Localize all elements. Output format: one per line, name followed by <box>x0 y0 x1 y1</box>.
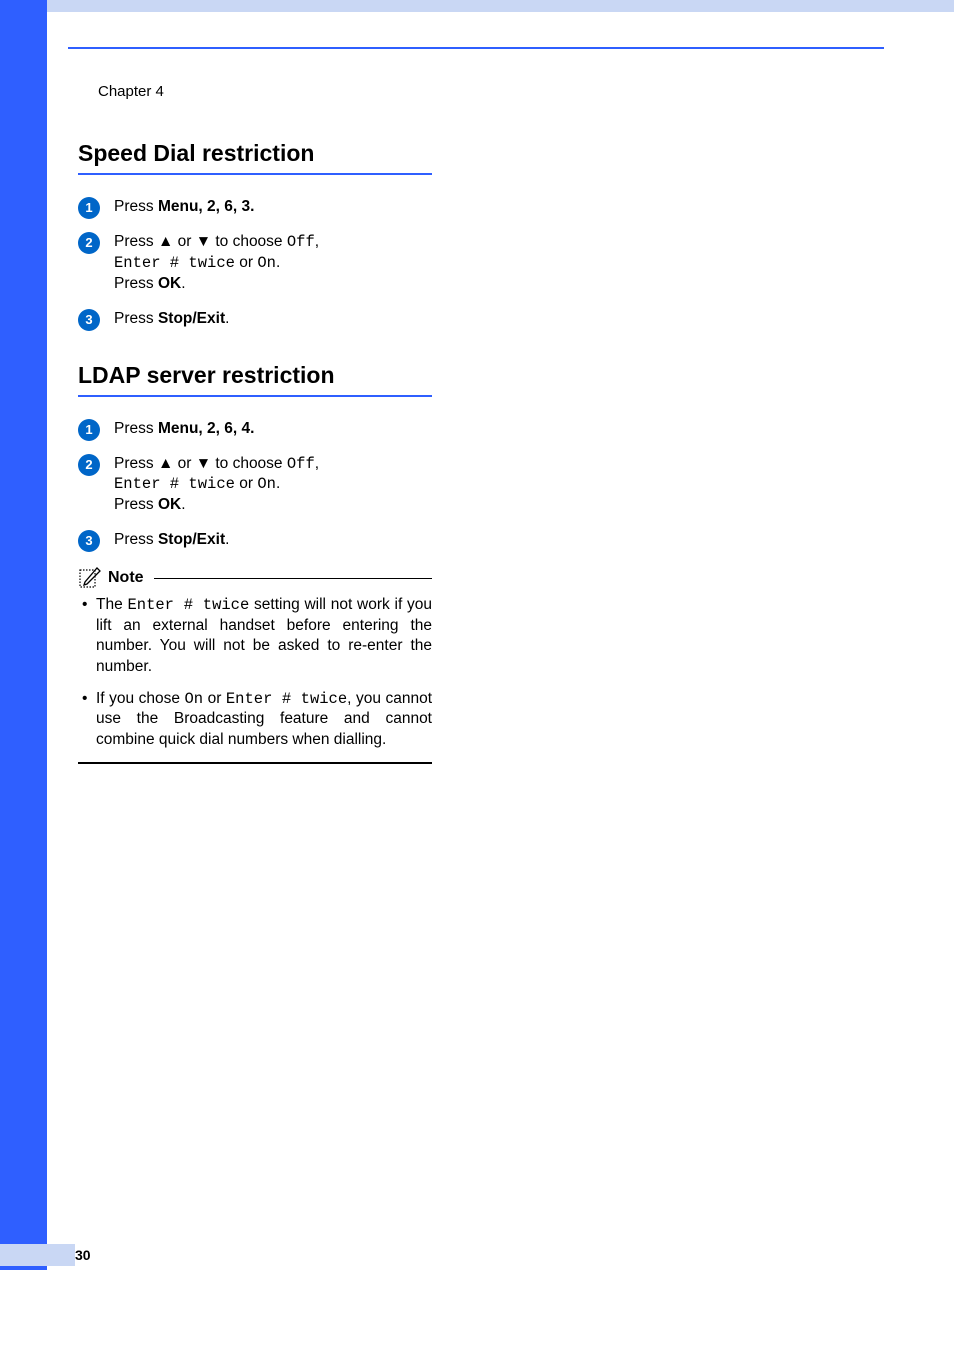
step-badge-1: 1 <box>78 419 100 441</box>
option-enter-twice: Enter # twice <box>114 254 235 272</box>
note-bullet-2: If you chose On or Enter # twice, you ca… <box>96 689 432 750</box>
top-header-strip <box>0 0 954 12</box>
step-text: . <box>181 275 185 292</box>
up-arrow-icon: ▲ <box>158 233 173 250</box>
step-text: Press <box>114 310 158 327</box>
note-text: or <box>203 690 226 707</box>
step-text: Press <box>114 233 158 250</box>
document-page: Chapter 4 Speed Dial restriction 1 Press… <box>0 0 954 1348</box>
step-text: . <box>225 310 229 327</box>
option-on: On <box>257 254 276 272</box>
step-text: . <box>276 475 280 492</box>
ok-button-label: OK <box>158 275 181 292</box>
main-content: Speed Dial restriction 1 Press Menu, 2, … <box>78 140 432 764</box>
section-rule <box>78 395 432 397</box>
stop-exit-button-label: Stop/Exit <box>158 310 225 327</box>
step-text: , <box>315 455 319 472</box>
note-text: The <box>96 596 127 613</box>
menu-button-label: Menu <box>158 198 198 215</box>
note-end-rule <box>78 762 432 763</box>
step-text: Press <box>114 455 158 472</box>
up-arrow-icon: ▲ <box>158 455 173 472</box>
option-off: Off <box>287 233 315 251</box>
step-text: , <box>315 233 319 250</box>
option-on: On <box>257 475 276 493</box>
note-title: Note <box>108 569 144 587</box>
step-text: Press <box>114 275 158 292</box>
step-3: 3 Press Stop/Exit. <box>78 309 432 330</box>
footer-strip <box>0 1244 75 1266</box>
note-header: Note <box>78 567 432 589</box>
page-number: 30 <box>75 1247 91 1263</box>
step-text: . <box>181 496 185 513</box>
step-text: . <box>276 254 280 271</box>
note-text: If you chose <box>96 690 184 707</box>
section-rule <box>78 173 432 175</box>
option-enter-twice: Enter # twice <box>114 475 235 493</box>
note-bullet-1: The Enter # twice setting will not work … <box>96 595 432 677</box>
step-badge-2: 2 <box>78 232 100 254</box>
option-off: Off <box>287 455 315 473</box>
horizontal-rule <box>68 47 884 49</box>
step-text: Press <box>114 198 158 215</box>
chapter-label: Chapter 4 <box>98 83 164 100</box>
section-title-speed-dial: Speed Dial restriction <box>78 140 432 167</box>
step-3: 3 Press Stop/Exit. <box>78 530 432 551</box>
step-text: or <box>173 455 195 472</box>
step-badge-3: 3 <box>78 530 100 552</box>
step-text: to choose <box>211 455 287 472</box>
step-2: 2 Press ▲ or ▼ to choose Off, Enter # tw… <box>78 232 432 295</box>
step-text: . <box>225 531 229 548</box>
down-arrow-icon: ▼ <box>196 233 211 250</box>
step-text: Press <box>114 496 158 513</box>
step-text: to choose <box>211 233 287 250</box>
ok-button-label: OK <box>158 496 181 513</box>
note-rule <box>154 578 432 579</box>
key-sequence: , 2, 6, 4. <box>198 420 254 437</box>
step-1: 1 Press Menu, 2, 6, 4. <box>78 419 432 440</box>
step-badge-2: 2 <box>78 454 100 476</box>
key-sequence: , 2, 6, 3. <box>198 198 254 215</box>
section-title-ldap: LDAP server restriction <box>78 362 432 389</box>
note-list: The Enter # twice setting will not work … <box>78 595 432 750</box>
stop-exit-button-label: Stop/Exit <box>158 531 225 548</box>
left-sidebar-strip <box>0 0 47 1270</box>
step-2: 2 Press ▲ or ▼ to choose Off, Enter # tw… <box>78 454 432 517</box>
step-text: or <box>173 233 195 250</box>
down-arrow-icon: ▼ <box>196 455 211 472</box>
step-text: or <box>235 475 257 492</box>
note-icon <box>78 567 102 589</box>
menu-button-label: Menu <box>158 420 198 437</box>
step-1: 1 Press Menu, 2, 6, 3. <box>78 197 432 218</box>
step-text: or <box>235 254 257 271</box>
option-enter-twice: Enter # twice <box>226 690 347 708</box>
option-enter-twice: Enter # twice <box>127 596 249 614</box>
step-badge-3: 3 <box>78 309 100 331</box>
step-text: Press <box>114 420 158 437</box>
option-on: On <box>184 690 203 708</box>
step-text: Press <box>114 531 158 548</box>
step-badge-1: 1 <box>78 197 100 219</box>
